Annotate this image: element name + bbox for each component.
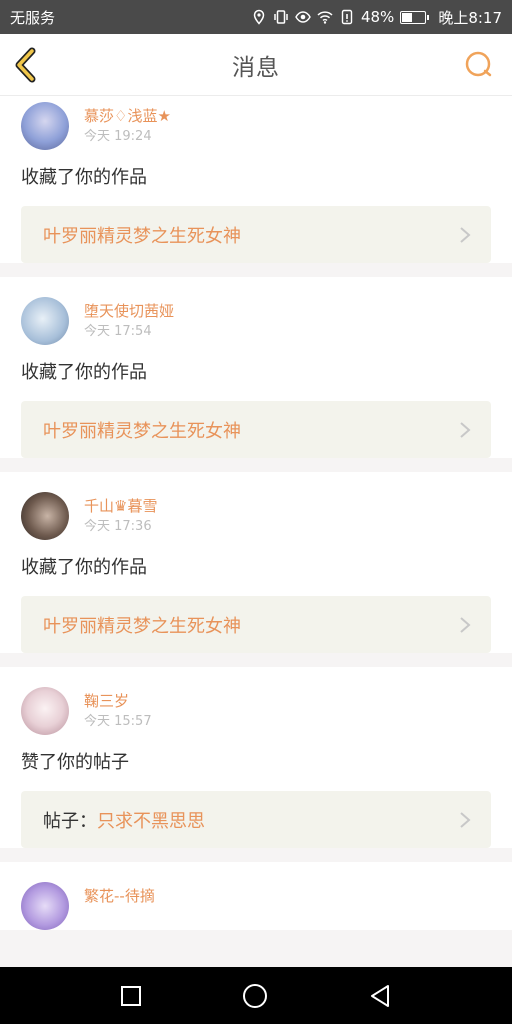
work-title: 叶罗丽精灵梦之生死女神: [43, 420, 241, 442]
message-list: 慕莎♢浅蓝★ 今天 19:24 收藏了你的作品 叶罗丽精灵梦之生死女神 堕天使切…: [0, 96, 512, 967]
clock: 晚上8:17: [438, 8, 502, 27]
action-text: 收藏了你的作品: [21, 362, 147, 383]
eye-icon: [295, 11, 311, 23]
avatar[interactable]: [21, 102, 69, 150]
message-time: 今天 17:54: [84, 324, 152, 339]
work-link[interactable]: 叶罗丽精灵梦之生死女神: [21, 401, 491, 458]
target-prefix: 帖子：: [43, 810, 97, 832]
chevron-right-icon: [460, 422, 471, 438]
location-icon: [253, 9, 265, 25]
sim-icon: [341, 9, 353, 25]
message-time: 今天 15:57: [84, 714, 152, 729]
message-time: 今天 17:36: [84, 519, 152, 534]
work-title: 叶罗丽精灵梦之生死女神: [43, 225, 241, 247]
carrier-label: 无服务: [10, 8, 56, 27]
message-card[interactable]: 鞠三岁 今天 15:57 赞了你的帖子 帖子： 只求不黑思思: [0, 667, 512, 848]
user-name[interactable]: 鞠三岁: [84, 691, 152, 711]
action-text: 赞了你的帖子: [21, 752, 129, 773]
search-icon[interactable]: [464, 50, 494, 80]
battery-icon: [400, 10, 430, 24]
message-card[interactable]: 繁花--待摘: [0, 862, 512, 930]
user-name[interactable]: 千山♛暮雪: [84, 496, 157, 516]
chevron-right-icon: [460, 227, 471, 243]
battery-percent: 48%: [360, 8, 395, 26]
user-name[interactable]: 繁花--待摘: [84, 886, 155, 906]
post-title: 只求不黑思思: [97, 810, 205, 832]
back-icon[interactable]: [368, 984, 392, 1008]
chevron-right-icon: [460, 812, 471, 828]
avatar[interactable]: [21, 492, 69, 540]
user-name[interactable]: 堕天使切茜娅: [84, 301, 174, 321]
work-title: 叶罗丽精灵梦之生死女神: [43, 615, 241, 637]
home-icon[interactable]: [242, 983, 268, 1009]
vibrate-icon: [274, 10, 288, 24]
action-text: 收藏了你的作品: [21, 557, 147, 578]
avatar[interactable]: [21, 687, 69, 735]
action-text: 收藏了你的作品: [21, 167, 147, 188]
avatar[interactable]: [21, 882, 69, 930]
work-link[interactable]: 叶罗丽精灵梦之生死女神: [21, 596, 491, 653]
message-card[interactable]: 堕天使切茜娅 今天 17:54 收藏了你的作品 叶罗丽精灵梦之生死女神: [0, 277, 512, 458]
status-bar: 无服务 48% 晚上8:17: [0, 0, 512, 34]
message-card[interactable]: 千山♛暮雪 今天 17:36 收藏了你的作品 叶罗丽精灵梦之生死女神: [0, 472, 512, 653]
user-name[interactable]: 慕莎♢浅蓝★: [84, 106, 171, 126]
system-nav-bar: [0, 967, 512, 1024]
back-arrow-icon[interactable]: [10, 47, 46, 83]
message-time: 今天 19:24: [84, 129, 152, 144]
post-link[interactable]: 帖子： 只求不黑思思: [21, 791, 491, 848]
page-title: 消息: [232, 54, 280, 81]
wifi-icon: [317, 11, 333, 24]
nav-bar: 消息: [0, 34, 512, 96]
work-link[interactable]: 叶罗丽精灵梦之生死女神: [21, 206, 491, 263]
chevron-right-icon: [460, 617, 471, 633]
message-card[interactable]: 慕莎♢浅蓝★ 今天 19:24 收藏了你的作品 叶罗丽精灵梦之生死女神: [0, 96, 512, 263]
recent-apps-icon[interactable]: [120, 985, 142, 1007]
avatar[interactable]: [21, 297, 69, 345]
